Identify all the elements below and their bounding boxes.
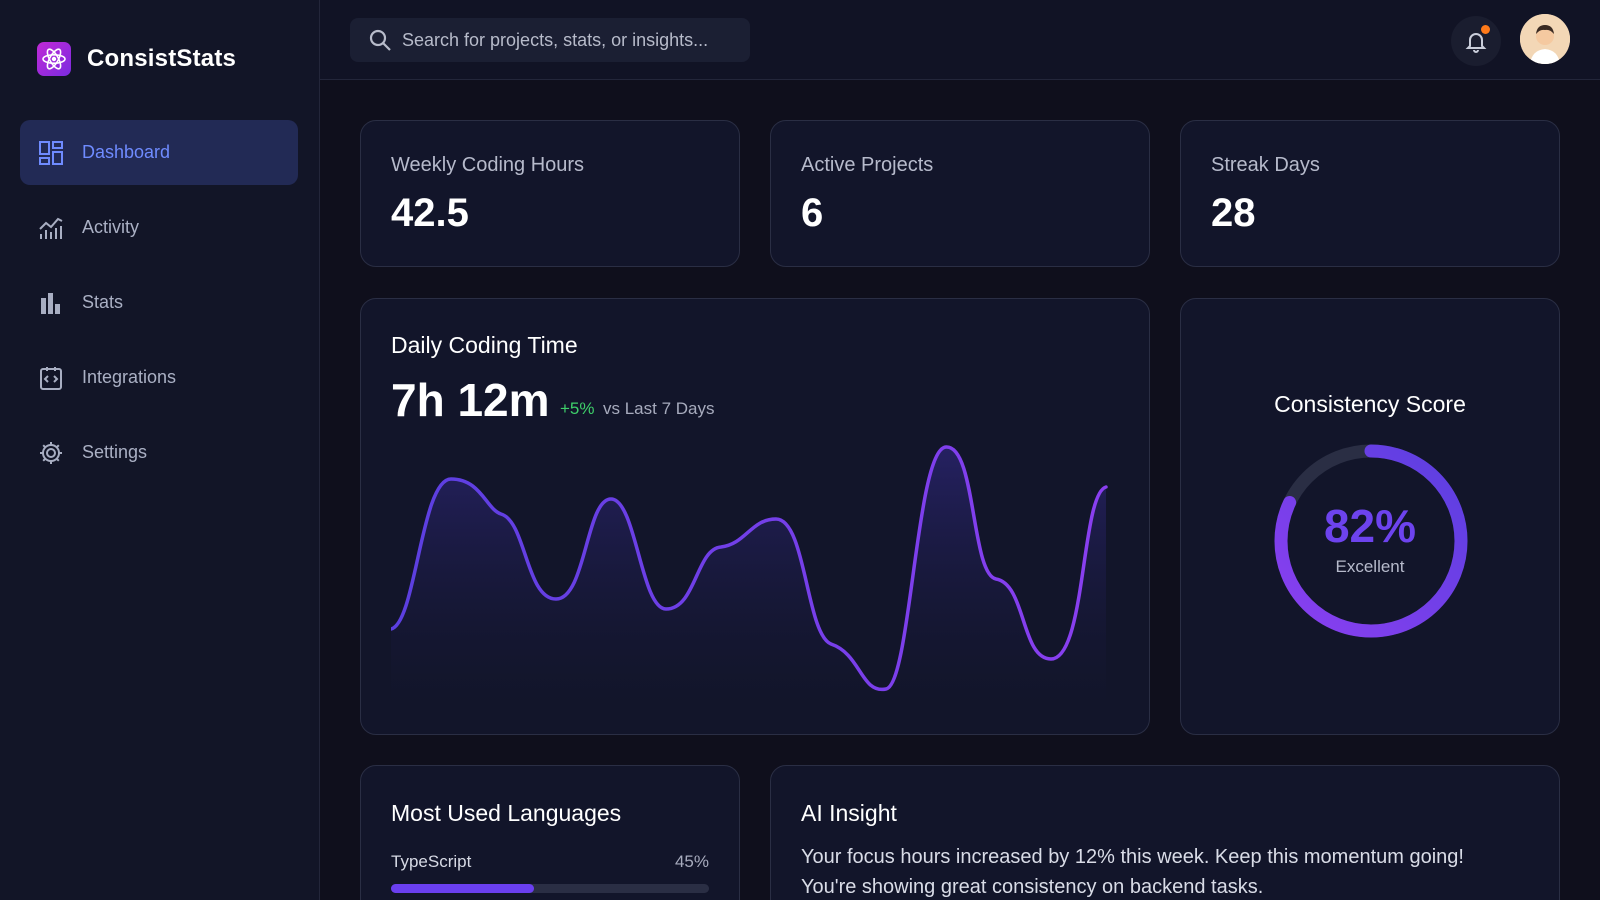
brand-name: ConsistStats — [87, 45, 237, 72]
language-percent: 45% — [674, 852, 709, 871]
insight-title: AI Insight — [801, 800, 897, 826]
score-title: Consistency Score — [1274, 391, 1466, 417]
consistency-score-card: Consistency Score 82% Excellent — [1180, 298, 1560, 735]
sidebar: ConsistStats Dashboard Activity Stats In… — [0, 0, 320, 900]
sidebar-nav: Dashboard Activity Stats Integrations Se… — [20, 120, 298, 495]
daily-coding-line-chart — [391, 445, 1108, 709]
sidebar-item-settings[interactable]: Settings — [20, 420, 298, 485]
activity-chart-icon — [39, 217, 63, 239]
language-progress-track — [391, 884, 709, 893]
stat-value: 42.5 — [391, 191, 469, 235]
notifications-button[interactable] — [1451, 16, 1501, 66]
sidebar-item-label: Dashboard — [82, 142, 171, 162]
language-progress-fill — [391, 884, 535, 893]
user-avatar-icon — [1520, 14, 1570, 64]
stat-card-active-projects: Active Projects 6 — [770, 120, 1150, 267]
search-box[interactable] — [350, 18, 750, 62]
brand[interactable]: ConsistStats — [37, 42, 236, 76]
languages-card: Most Used Languages TypeScript 45% — [360, 765, 740, 900]
sidebar-item-integrations[interactable]: Integrations — [20, 345, 298, 410]
top-bar — [320, 0, 1600, 80]
dashboard-icon — [39, 140, 63, 165]
search-input[interactable] — [402, 29, 732, 51]
language-name: TypeScript — [391, 852, 472, 871]
search-icon — [369, 29, 391, 51]
insight-text: Your focus hours increased by 12% this w… — [801, 846, 1464, 898]
ai-insight-card: AI Insight Your focus hours increased by… — [770, 765, 1560, 900]
gear-icon — [40, 441, 62, 464]
stat-value: 28 — [1211, 191, 1256, 235]
stat-card-streak-days: Streak Days 28 — [1180, 120, 1560, 267]
languages-title: Most Used Languages — [391, 800, 622, 826]
sidebar-item-label: Activity — [82, 217, 140, 237]
sidebar-item-label: Settings — [82, 442, 148, 462]
sidebar-item-activity[interactable]: Activity — [20, 195, 298, 260]
comparison-label: vs Last 7 Days — [603, 399, 715, 418]
stat-value: 6 — [801, 191, 824, 235]
user-avatar[interactable] — [1520, 14, 1570, 64]
stat-label: Active Projects — [801, 154, 934, 176]
notification-dot — [1481, 25, 1490, 34]
score-label: Excellent — [1335, 557, 1405, 576]
stat-label: Weekly Coding Hours — [391, 154, 585, 176]
score-value: 82% — [1323, 500, 1417, 552]
chart-title: Daily Coding Time — [391, 332, 578, 358]
daily-total: 7h 12m — [391, 374, 550, 426]
atom-icon — [37, 42, 71, 76]
sidebar-item-dashboard[interactable]: Dashboard — [20, 120, 298, 185]
daily-coding-card: Daily Coding Time 7h 12m +5% vs Last 7 D… — [360, 298, 1150, 735]
bar-chart-icon — [41, 292, 60, 314]
change-badge: +5% — [560, 399, 595, 418]
sidebar-item-label: Stats — [82, 292, 124, 312]
sidebar-item-label: Integrations — [82, 367, 177, 387]
stat-card-weekly-hours: Weekly Coding Hours 42.5 — [360, 120, 740, 267]
stat-label: Streak Days — [1211, 154, 1320, 176]
code-clipboard-icon — [40, 366, 62, 390]
sidebar-item-stats[interactable]: Stats — [20, 270, 298, 335]
